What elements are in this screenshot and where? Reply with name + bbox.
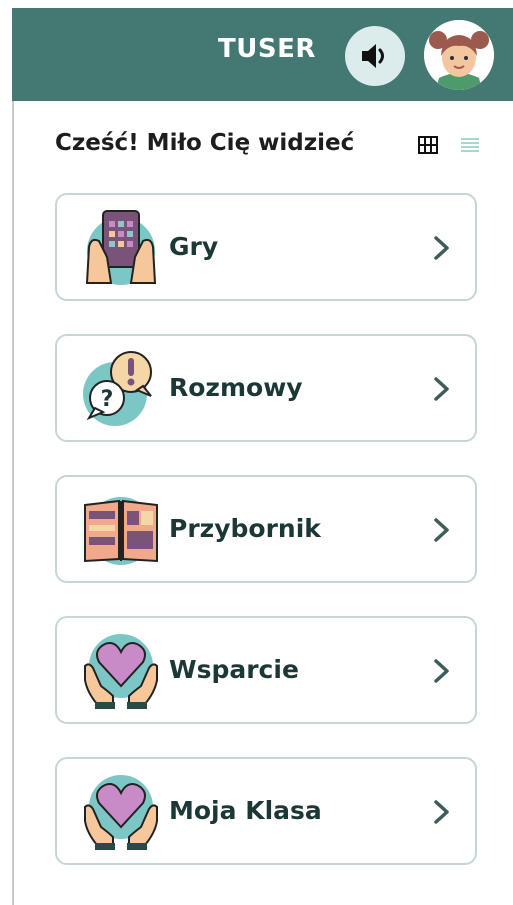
chevron-right-icon xyxy=(434,518,449,542)
menu-item-label: Gry xyxy=(169,232,219,261)
menu-item-wsparcie[interactable]: Wsparcie xyxy=(55,616,477,724)
open-book-icon xyxy=(84,497,158,565)
speaker-icon xyxy=(362,44,384,68)
chevron-right-icon xyxy=(434,659,449,683)
header-title: TUSER xyxy=(218,34,316,64)
menu-item-gry[interactable]: Gry xyxy=(55,193,477,301)
left-border xyxy=(12,8,14,905)
chevron-right-icon xyxy=(434,236,449,260)
greeting-heading: Cześć! Miło Cię widzieć xyxy=(55,130,355,156)
child-avatar-icon xyxy=(424,20,494,90)
heart-hands-icon xyxy=(84,775,158,850)
avatar[interactable] xyxy=(424,20,494,90)
menu-item-label: Rozmowy xyxy=(169,373,303,402)
tablet-hands-icon xyxy=(85,210,157,285)
menu-item-label: Moja Klasa xyxy=(169,796,322,825)
heart-hands-icon xyxy=(84,634,158,709)
speech-bubbles-icon: ? xyxy=(83,351,152,426)
sound-button[interactable] xyxy=(345,26,405,86)
menu-item-rozmowy[interactable]: ? Rozmowy xyxy=(55,334,477,442)
menu-item-przybornik[interactable]: Przybornik xyxy=(55,475,477,583)
menu-item-moja-klasa[interactable]: Moja Klasa xyxy=(55,757,477,865)
svg-text:?: ? xyxy=(101,387,114,412)
chevron-right-icon xyxy=(434,377,449,401)
menu-item-label: Wsparcie xyxy=(169,655,299,684)
list-view-icon[interactable] xyxy=(460,137,480,153)
menu-item-label: Przybornik xyxy=(169,514,321,543)
grid-view-icon[interactable] xyxy=(418,136,438,154)
chevron-right-icon xyxy=(434,800,449,824)
